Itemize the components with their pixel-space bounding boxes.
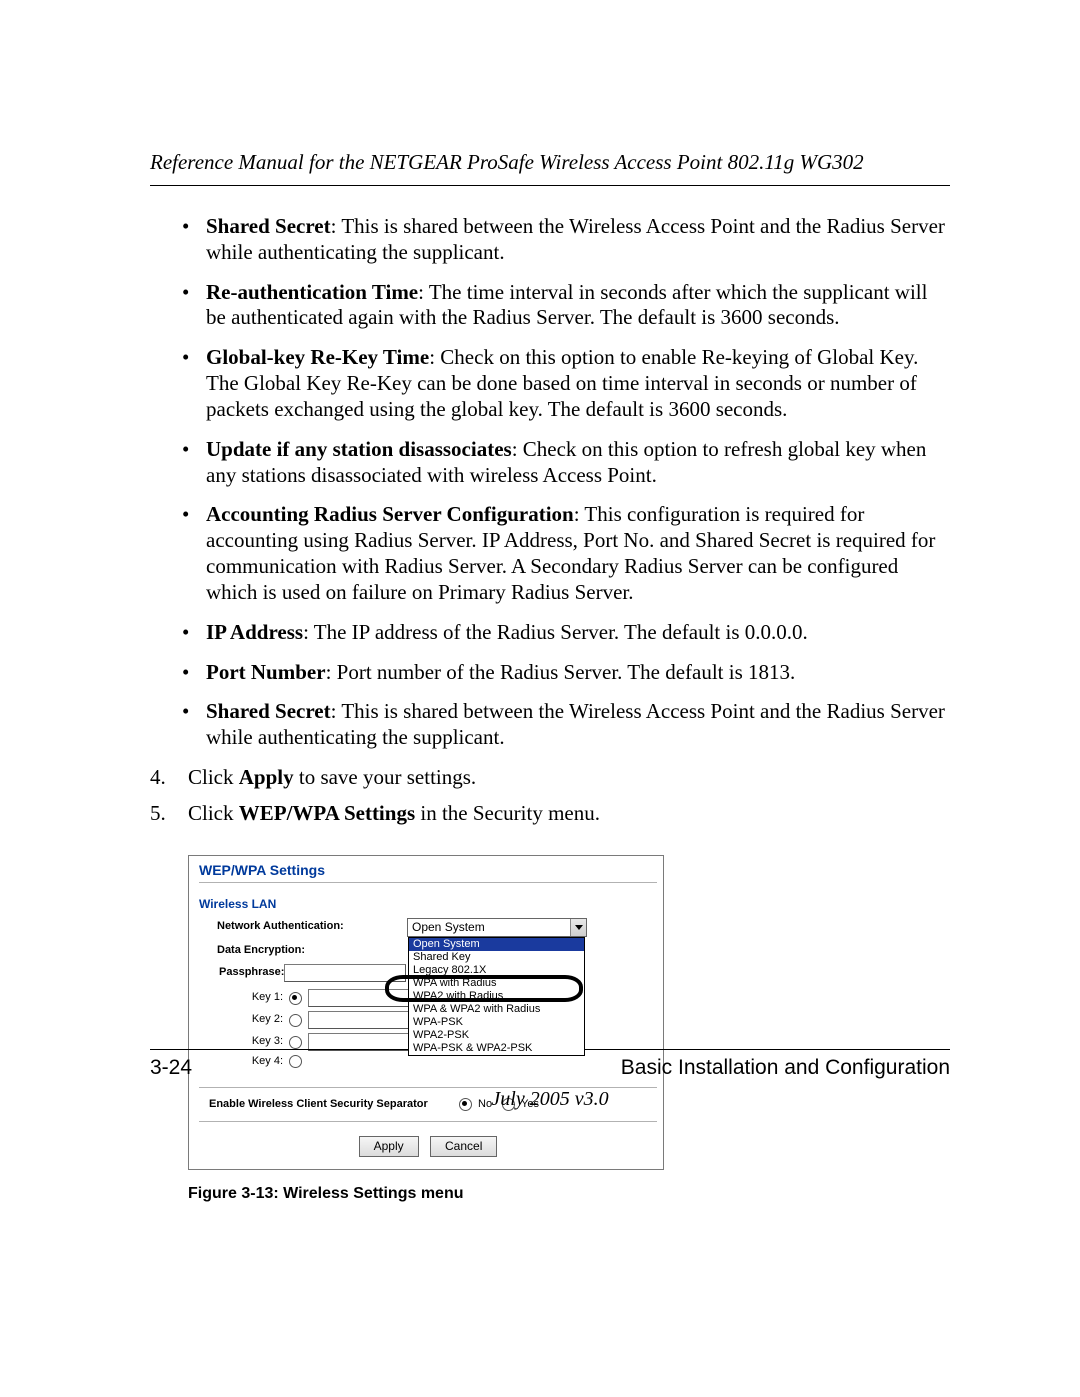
wireless-lan-title: Wireless LAN	[199, 897, 657, 912]
radio-key3[interactable]	[289, 1036, 302, 1049]
row-network-authentication: Network Authentication: Open System Open…	[199, 918, 657, 937]
bullet-term: Shared Secret	[206, 214, 331, 238]
dropdown-option[interactable]: WPA2-PSK	[409, 1029, 584, 1042]
step-post: in the Security menu.	[415, 801, 600, 825]
bullet-item: IP Address: The IP address of the Radius…	[206, 620, 950, 646]
page-footer: 3-24 Basic Installation and Configuratio…	[150, 1049, 950, 1111]
bullet-term: Global-key Re-Key Time	[206, 345, 429, 369]
apply-button[interactable]: Apply	[359, 1136, 419, 1157]
step-strong: WEP/WPA Settings	[239, 801, 415, 825]
cancel-button[interactable]: Cancel	[430, 1136, 497, 1157]
bullet-term: Accounting Radius Server Configuration	[206, 502, 574, 526]
bullet-term: Re-authentication Time	[206, 280, 418, 304]
wep-wpa-settings-panel: WEP/WPA Settings Wireless LAN Network Au…	[188, 855, 664, 1170]
bullet-item: Shared Secret: This is shared between th…	[206, 214, 950, 266]
page-number: 3-24	[150, 1056, 192, 1080]
dropdown-option[interactable]: Legacy 802.1X	[409, 964, 584, 977]
header-rule	[150, 185, 950, 186]
step-item: Click WEP/WPA Settings in the Security m…	[150, 801, 950, 827]
panel-title: WEP/WPA Settings	[199, 862, 657, 879]
step-pre: Click	[188, 765, 239, 789]
dropdown-option[interactable]: WPA-PSK	[409, 1016, 584, 1029]
bullet-item: Update if any station disassociates: Che…	[206, 437, 950, 489]
dropdown-option[interactable]: Open System	[409, 938, 584, 951]
panel-divider	[199, 882, 657, 883]
bullet-term: Update if any station disassociates	[206, 437, 512, 461]
bullet-term: IP Address	[206, 620, 303, 644]
bullet-term: Port Number	[206, 660, 326, 684]
label-key3: Key 3:	[207, 1035, 289, 1049]
bullet-list: Shared Secret: This is shared between th…	[150, 214, 950, 751]
label-key2: Key 2:	[207, 1013, 289, 1027]
dropdown-option[interactable]: WPA2 with Radius	[409, 990, 584, 1003]
passphrase-input[interactable]	[284, 964, 406, 982]
radio-key1[interactable]	[289, 992, 302, 1005]
button-row: Apply Cancel	[199, 1136, 657, 1157]
bullet-item: Re-authentication Time: The time interva…	[206, 280, 950, 332]
network-authentication-select[interactable]: Open System Open System Shared Key Legac…	[407, 918, 587, 937]
step-strong: Apply	[239, 765, 294, 789]
bullet-text: : The IP address of the Radius Server. T…	[303, 620, 808, 644]
bullet-term: Shared Secret	[206, 699, 331, 723]
bullet-item: Global-key Re-Key Time: Check on this op…	[206, 345, 950, 422]
footer-section-title: Basic Installation and Configuration	[621, 1056, 950, 1080]
label-network-authentication: Network Authentication:	[199, 920, 407, 934]
radio-key2[interactable]	[289, 1014, 302, 1027]
bullet-item: Port Number: Port number of the Radius S…	[206, 660, 950, 686]
dropdown-option[interactable]: WPA-PSK & WPA2-PSK	[409, 1042, 584, 1055]
step-pre: Click	[188, 801, 239, 825]
bullet-item: Accounting Radius Server Configuration: …	[206, 502, 950, 605]
label-passphrase: Passphrase:	[219, 966, 284, 980]
select-current-value: Open System	[408, 919, 586, 936]
figure-caption: Figure 3-13: Wireless Settings menu	[188, 1184, 950, 1204]
page: Reference Manual for the NETGEAR ProSafe…	[0, 0, 1080, 1397]
bullet-text: : Port number of the Radius Server. The …	[326, 660, 796, 684]
dropdown-option[interactable]: WPA & WPA2 with Radius	[409, 1003, 584, 1016]
chevron-down-icon[interactable]	[570, 919, 586, 936]
label-key1: Key 1:	[207, 991, 289, 1005]
dropdown-option[interactable]: Shared Key	[409, 951, 584, 964]
step-post: to save your settings.	[294, 765, 477, 789]
network-auth-dropdown[interactable]: Open System Shared Key Legacy 802.1X WPA…	[408, 937, 585, 1056]
dropdown-option[interactable]: WPA with Radius	[409, 977, 584, 990]
step-item: Click Apply to save your settings.	[150, 765, 950, 791]
numbered-steps: Click Apply to save your settings. Click…	[150, 765, 950, 827]
running-header: Reference Manual for the NETGEAR ProSafe…	[150, 150, 950, 175]
bullet-item: Shared Secret: This is shared between th…	[206, 699, 950, 751]
footer-version: July 2005 v3.0	[150, 1088, 950, 1111]
figure: WEP/WPA Settings Wireless LAN Network Au…	[188, 855, 950, 1204]
label-data-encryption: Data Encryption:	[199, 944, 407, 958]
